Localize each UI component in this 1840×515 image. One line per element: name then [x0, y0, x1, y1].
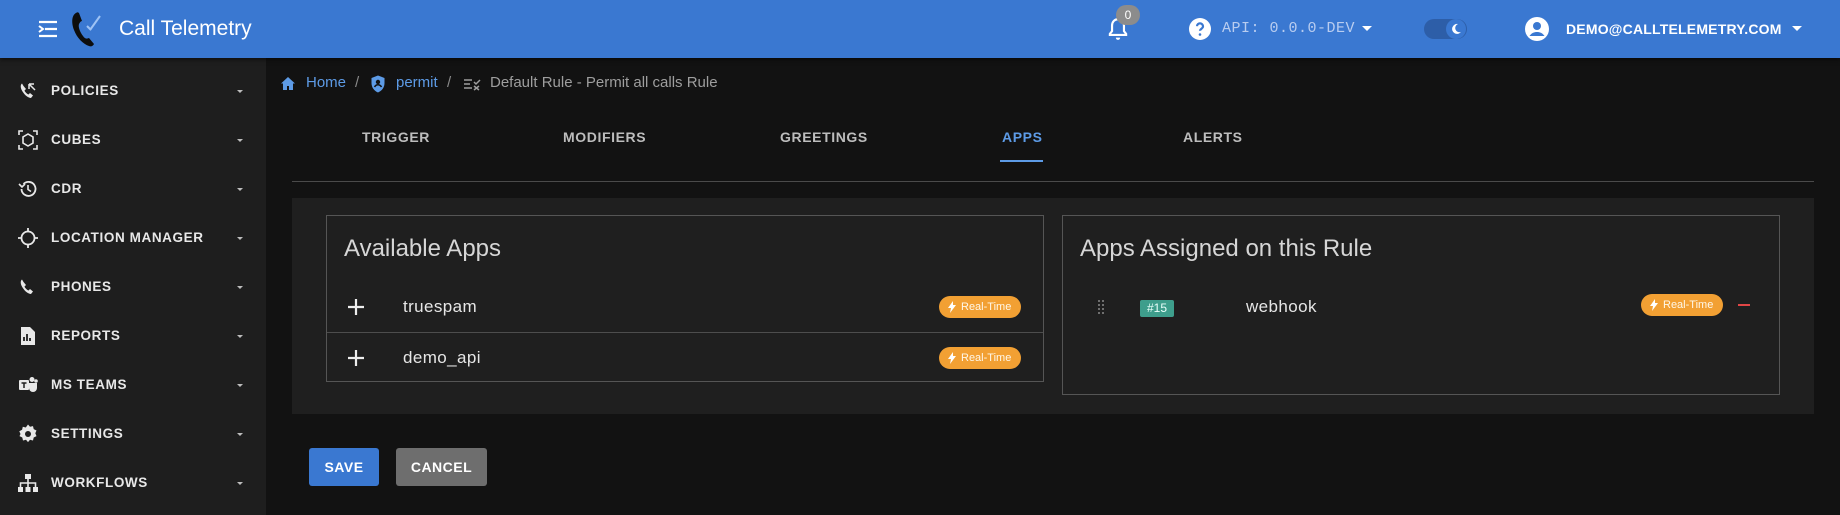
rule-check-icon	[464, 79, 481, 91]
chevron-down-icon	[237, 481, 243, 485]
available-apps-title: Available Apps	[344, 235, 502, 262]
chevron-down-icon	[237, 285, 243, 289]
realtime-badge: Real-Time	[1641, 294, 1724, 316]
shield-account-icon[interactable]	[370, 75, 386, 93]
list-item: demo_api Real-Time	[327, 332, 1043, 382]
active-tab-indicator	[1000, 160, 1043, 162]
cube-scan-icon	[17, 129, 39, 151]
sidebar-item-phones[interactable]: PHONES	[0, 262, 266, 311]
gear-icon	[17, 423, 39, 445]
app-name: truespam	[403, 297, 478, 316]
teams-icon	[17, 374, 39, 396]
moon-icon[interactable]	[1446, 19, 1466, 39]
chevron-down-icon	[237, 432, 243, 436]
help-circle-icon[interactable]	[1188, 17, 1212, 41]
chevron-down-icon[interactable]	[1360, 22, 1374, 36]
breadcrumb-separator: /	[355, 74, 360, 91]
sidebar-item-label: REPORTS	[51, 328, 121, 343]
menu-open-icon[interactable]	[36, 18, 60, 40]
badge-label: Real-Time	[961, 352, 1012, 364]
sitemap-icon	[17, 472, 39, 494]
report-icon	[17, 325, 39, 347]
tab-alerts[interactable]: ALERTS	[1183, 129, 1243, 145]
history-icon	[17, 178, 39, 200]
top-app-bar: Call Telemetry 0 API: 0.0.0-DEV DEMO@CAL…	[0, 0, 1840, 58]
sidebar-item-label: CDR	[51, 181, 83, 196]
breadcrumb-separator: /	[447, 74, 452, 91]
app-id-tag: #15	[1140, 300, 1175, 317]
sidebar-item-reports[interactable]: REPORTS	[0, 311, 266, 360]
sidebar-item-label: SETTINGS	[51, 426, 124, 441]
assigned-apps-title: Apps Assigned on this Rule	[1080, 235, 1373, 262]
remove-app-button[interactable]	[1738, 304, 1750, 306]
realtime-badge: Real-Time	[939, 347, 1022, 369]
tab-modifiers[interactable]: MODIFIERS	[563, 129, 646, 145]
crosshairs-icon	[17, 227, 39, 249]
available-apps-card: Available Apps truespam Real-Time demo_a…	[326, 215, 1044, 382]
chevron-down-icon	[237, 187, 243, 191]
realtime-badge: Real-Time	[939, 296, 1022, 318]
notification-count-badge: 0	[1116, 5, 1140, 25]
chevron-down-icon[interactable]	[1790, 22, 1804, 36]
drag-handle-icon[interactable]	[1097, 299, 1105, 315]
chevron-down-icon	[237, 383, 243, 387]
account-circle-icon[interactable]	[1524, 16, 1550, 42]
save-button[interactable]: SAVE	[309, 448, 379, 486]
lightning-icon	[1650, 299, 1658, 311]
sidebar-item-cdr[interactable]: CDR	[0, 164, 266, 213]
sidebar-item-settings[interactable]: SETTINGS	[0, 409, 266, 458]
add-app-button[interactable]	[344, 295, 368, 319]
assigned-apps-card: Apps Assigned on this Rule #15 webhook R…	[1062, 215, 1780, 395]
tab-apps[interactable]: APPS	[1002, 129, 1043, 145]
lightning-icon	[948, 352, 956, 364]
sidebar-item-workflows[interactable]: WORKFLOWS	[0, 458, 266, 507]
sidebar-item-label: WORKFLOWS	[51, 475, 148, 490]
cancel-button[interactable]: CANCEL	[396, 448, 487, 486]
sidebar-item-label: CUBES	[51, 132, 102, 147]
apps-panel: Available Apps truespam Real-Time demo_a…	[292, 198, 1814, 414]
chevron-down-icon	[237, 334, 243, 338]
breadcrumb-current: Default Rule - Permit all calls Rule	[490, 74, 718, 91]
add-app-button[interactable]	[344, 346, 368, 370]
sidebar-item-cubes[interactable]: CUBES	[0, 115, 266, 164]
breadcrumb-home[interactable]: Home	[306, 74, 346, 91]
rule-tabs: TRIGGER MODIFIERS GREETINGS APPS ALERTS	[292, 120, 1814, 182]
badge-label: Real-Time	[961, 301, 1012, 313]
chevron-down-icon	[237, 138, 243, 142]
sidebar-item-label: POLICIES	[51, 83, 119, 98]
app-title: Call Telemetry	[119, 17, 252, 40]
api-version-menu[interactable]: API: 0.0.0-DEV	[1222, 20, 1355, 37]
sidebar-item-location-manager[interactable]: LOCATION MANAGER	[0, 213, 266, 262]
chevron-down-icon	[237, 89, 243, 93]
breadcrumb-policy[interactable]: permit	[396, 74, 438, 91]
tab-trigger[interactable]: TRIGGER	[362, 129, 430, 145]
phone-icon	[17, 276, 39, 298]
badge-label: Real-Time	[1663, 299, 1714, 311]
list-item: truespam Real-Time	[327, 282, 1043, 332]
sidebar-item-label: PHONES	[51, 279, 112, 294]
home-icon[interactable]	[280, 76, 296, 91]
lightning-icon	[948, 301, 956, 313]
sidebar-item-label: LOCATION MANAGER	[51, 230, 204, 245]
phone-callback-icon	[17, 80, 39, 102]
sidebar-item-policies[interactable]: POLICIES	[0, 66, 266, 115]
app-name: demo_api	[403, 348, 481, 367]
app-name: webhook	[1246, 297, 1317, 316]
sidebar-nav: POLICIES CUBES CDR LOCATION MANAGER PHON…	[0, 58, 266, 515]
chevron-down-icon	[237, 236, 243, 240]
user-email-menu[interactable]: DEMO@CALLTELEMETRY.COM	[1566, 21, 1782, 37]
sidebar-item-ms-teams[interactable]: MS TEAMS	[0, 360, 266, 409]
call-telemetry-logo	[72, 12, 101, 47]
sidebar-item-label: MS TEAMS	[51, 377, 128, 392]
tab-greetings[interactable]: GREETINGS	[780, 129, 868, 145]
